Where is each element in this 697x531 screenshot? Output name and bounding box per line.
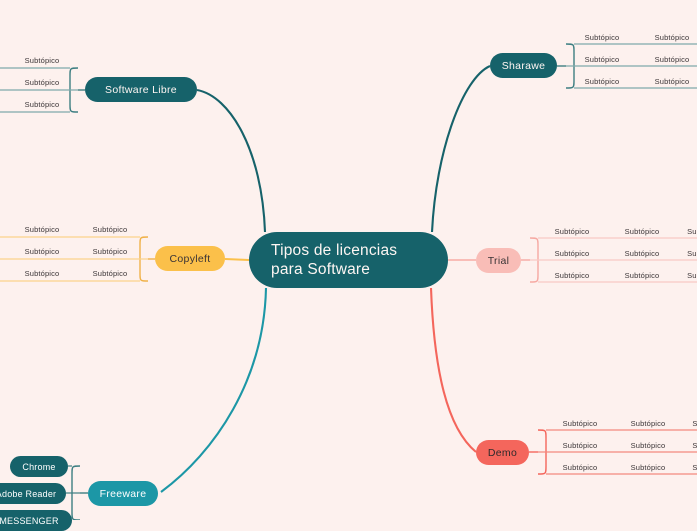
subtopic-sw2-1[interactable]: Subtópico [655, 33, 690, 42]
link-sharewe [430, 65, 491, 233]
subtopic-dm2-3[interactable]: Subtópico [631, 463, 666, 472]
subtopic-sl-2[interactable]: Subtópico [25, 78, 60, 87]
leaf-adobe-reader[interactable]: Adobe Reader [0, 483, 66, 504]
subtopic-sl-3[interactable]: Subtópico [25, 100, 60, 109]
subtopic-sl-1[interactable]: Subtópico [25, 56, 60, 65]
subtopic-tr3-2[interactable]: Sub [687, 249, 697, 258]
subtopic-tr3-3[interactable]: Sub [687, 271, 697, 280]
mindmap-canvas: Tipos de licencias para Software Softwar… [0, 0, 697, 531]
subtopic-tr2-2[interactable]: Subtópico [625, 249, 660, 258]
subtopic-tr1-2[interactable]: Subtópico [555, 249, 590, 258]
central-title-line2: para Software [271, 261, 371, 278]
central-node[interactable]: Tipos de licencias para Software [249, 232, 448, 288]
brace-software-libre [69, 67, 79, 113]
branch-demo[interactable]: Demo [476, 440, 529, 465]
subtopic-cl1-1[interactable]: Subtópico [25, 225, 60, 234]
subtopic-dm1-1[interactable]: Subtópico [563, 419, 598, 428]
branch-freeware[interactable]: Freeware [88, 481, 158, 506]
subtopic-tr2-1[interactable]: Subtópico [625, 227, 660, 236]
link-demo [429, 287, 477, 453]
link-freeware [160, 287, 268, 493]
branch-trial[interactable]: Trial [476, 248, 521, 273]
branch-sharewe[interactable]: Sharawe [490, 53, 557, 78]
subtopic-cl1-3[interactable]: Subtópico [25, 269, 60, 278]
central-title-line1: Tipos de licencias [271, 242, 398, 259]
subtopic-tr3-1[interactable]: Sub [687, 227, 697, 236]
leaf-chrome[interactable]: Chrome [10, 456, 68, 477]
subtopic-dm2-2[interactable]: Subtópico [631, 441, 666, 450]
subtopic-dm3-3[interactable]: S [692, 463, 697, 472]
subtopic-cl2-2[interactable]: Subtópico [93, 247, 128, 256]
brace-copyleft [139, 236, 149, 282]
branch-software-libre[interactable]: Software Libre [85, 77, 197, 102]
subtopic-dm3-1[interactable]: S [692, 419, 697, 428]
subtopic-tr1-3[interactable]: Subtópico [555, 271, 590, 280]
subtopic-dm3-2[interactable]: S [692, 441, 697, 450]
subtopic-dm1-3[interactable]: Subtópico [563, 463, 598, 472]
brace-trial [529, 237, 539, 283]
subtopic-cl2-1[interactable]: Subtópico [93, 225, 128, 234]
subtopic-sw2-2[interactable]: Subtópico [655, 55, 690, 64]
leaf-messenger[interactable]: MESSENGER [0, 510, 72, 531]
subtopic-sw2-3[interactable]: Subtópico [655, 77, 690, 86]
branch-copyleft[interactable]: Copyleft [155, 246, 225, 271]
subtopic-tr2-3[interactable]: Subtópico [625, 271, 660, 280]
subtopic-sw1-2[interactable]: Subtópico [585, 55, 620, 64]
brace-demo [537, 429, 547, 475]
subtopic-cl2-3[interactable]: Subtópico [93, 269, 128, 278]
subtopic-sw1-1[interactable]: Subtópico [585, 33, 620, 42]
subtopic-sw1-3[interactable]: Subtópico [585, 77, 620, 86]
brace-freeware [71, 465, 81, 520]
subtopic-cl1-2[interactable]: Subtópico [25, 247, 60, 256]
link-software-libre [196, 88, 267, 233]
subtopic-dm1-2[interactable]: Subtópico [563, 441, 598, 450]
brace-sharewe [565, 43, 575, 89]
link-copyleft [224, 257, 250, 262]
subtopic-tr1-1[interactable]: Subtópico [555, 227, 590, 236]
subtopic-dm2-1[interactable]: Subtópico [631, 419, 666, 428]
